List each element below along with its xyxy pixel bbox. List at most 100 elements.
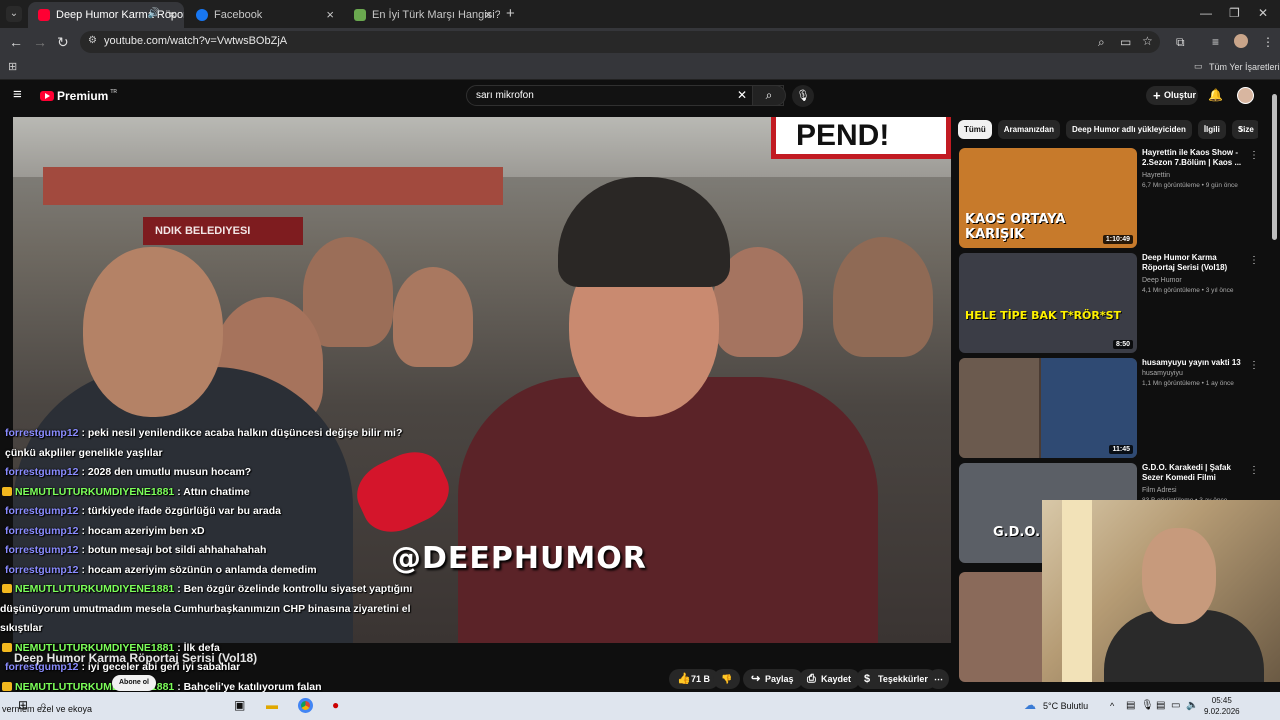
- reload-icon[interactable]: ↻: [57, 34, 69, 51]
- chat-message: forrestgump12 : botun mesajı bot sildi a…: [0, 541, 420, 561]
- restore-icon[interactable]: ❐: [1229, 6, 1240, 20]
- chip-from-uploader[interactable]: Deep Humor adlı yükleyiciden: [1066, 120, 1192, 139]
- weather-text[interactable]: 5°C Bulutlu: [1043, 701, 1088, 711]
- rec-thumbnail[interactable]: KAOS ORTAYA KARIŞIK 1:10:49: [959, 148, 1137, 248]
- speaker-icon[interactable]: 🔊: [148, 8, 160, 19]
- video-title: Deep Humor Karma Röportaj Serisi (Vol18): [14, 651, 258, 665]
- rec-title[interactable]: husamyuyu yayın vakti 13: [1142, 358, 1246, 368]
- close-window-icon[interactable]: ✕: [1258, 6, 1268, 20]
- tray-app-icon[interactable]: ▤: [1126, 700, 1135, 711]
- search-button[interactable]: ⌕: [752, 85, 786, 106]
- rec-menu-icon[interactable]: ⋮: [1249, 150, 1259, 161]
- more-dots-icon: ⋯: [934, 674, 943, 684]
- new-tab-icon[interactable]: +: [506, 5, 515, 22]
- rec-title[interactable]: Hayrettin ile Kaos Show - 2.Sezon 7.Bölü…: [1142, 148, 1246, 168]
- chip-from-search[interactable]: Aramanızdan: [997, 120, 1061, 139]
- chip-for-you[interactable]: Size: [1231, 120, 1258, 139]
- menu-kebab-icon[interactable]: ⋮: [1262, 35, 1274, 49]
- recommendation-item[interactable]: 11:45 husamyuyu yayın vakti 13 husamyuyi…: [959, 358, 1259, 458]
- thanks-button[interactable]: $ Teşekkürler: [856, 669, 937, 689]
- video-banner: PEND!: [771, 117, 951, 159]
- back-icon[interactable]: ←: [9, 34, 23, 50]
- create-button[interactable]: + Oluştur: [1146, 86, 1198, 105]
- rec-channel[interactable]: Deep Humor: [1142, 277, 1182, 284]
- bookmark-star-icon[interactable]: ☆: [1142, 34, 1153, 48]
- file-explorer-icon[interactable]: ▬: [266, 698, 278, 712]
- clock[interactable]: 05:45 9.02.2026: [1204, 695, 1240, 717]
- more-actions-button[interactable]: ⋯: [928, 669, 949, 689]
- chat-username: forrestgump12: [5, 544, 82, 556]
- clear-search-icon[interactable]: ✕: [737, 88, 747, 102]
- chat-message: forrestgump12 : hocam azeriyim ben xD: [0, 522, 420, 542]
- youtube-logo[interactable]: Premium TR: [40, 89, 117, 103]
- chat-username: NEMUTLUTURKUMDIYENE1881: [15, 583, 178, 595]
- task-view-icon[interactable]: ▣: [234, 698, 245, 712]
- thanks-label: Teşekkürler: [878, 674, 928, 684]
- microphone-tray-icon[interactable]: 🎙: [1141, 700, 1154, 711]
- recommendation-item[interactable]: HELE TİPE BAK T*RÖR*ST 8:50 Deep Humor K…: [959, 253, 1259, 353]
- tab-facebook[interactable]: Facebook ×: [186, 2, 342, 28]
- rec-thumbnail[interactable]: 11:45: [959, 358, 1137, 458]
- voice-search-button[interactable]: 🎙: [792, 85, 814, 107]
- clock-time: 05:45: [1211, 696, 1232, 705]
- scrollbar-thumb[interactable]: [1272, 94, 1277, 240]
- tab-title: Facebook: [214, 9, 263, 21]
- webcam-overlay: [1042, 500, 1280, 682]
- close-tab-icon[interactable]: ×: [326, 7, 334, 22]
- subscribe-button[interactable]: Abone ol: [112, 675, 156, 691]
- chat-text: : hocam azeriyim ben xD: [81, 524, 205, 537]
- zoom-icon[interactable]: ⌕: [1098, 35, 1105, 50]
- rec-menu-icon[interactable]: ⋮: [1249, 465, 1259, 476]
- save-button[interactable]: ⎙ Kaydet: [799, 669, 861, 689]
- dislike-button[interactable]: 👎: [713, 669, 741, 689]
- extensions-icon[interactable]: ⧉: [1176, 35, 1185, 50]
- rec-menu-icon[interactable]: ⋮: [1249, 360, 1259, 371]
- tab-turk-marsi[interactable]: En İyi Türk Marşı Hangisi? - Tie ×: [344, 2, 500, 28]
- tray-chevron-icon[interactable]: ^: [1110, 701, 1114, 711]
- apps-grid-icon[interactable]: ⊞: [8, 60, 17, 73]
- recommendation-item[interactable]: KAOS ORTAYA KARIŞIK 1:10:49 Hayrettin il…: [959, 148, 1259, 248]
- chip-related[interactable]: İlgili: [1197, 120, 1226, 139]
- tab-search-button[interactable]: ⌄: [6, 6, 22, 22]
- profile-avatar[interactable]: [1234, 34, 1248, 48]
- thumb-left-panel: [959, 358, 1039, 458]
- filter-chips: Tümü Aramanızdan Deep Humor adlı yükleyi…: [958, 120, 1258, 140]
- chip-all[interactable]: Tümü: [958, 120, 992, 139]
- rec-channel[interactable]: Film Adresi: [1142, 487, 1177, 494]
- account-avatar[interactable]: [1237, 87, 1254, 104]
- forward-icon[interactable]: →: [33, 34, 47, 50]
- youtube-header: ≡ Premium TR sarı mikrofon ✕ ⌕ 🎙 + Oluşt…: [0, 80, 1280, 112]
- youtube-play-icon: [40, 91, 54, 101]
- rec-title[interactable]: Deep Humor Karma Röportaj Serisi (Vol18): [1142, 253, 1246, 273]
- rec-channel[interactable]: Hayrettin: [1142, 172, 1170, 179]
- close-tab-icon[interactable]: ×: [484, 7, 492, 22]
- rec-channel[interactable]: husamyuyiyu: [1142, 370, 1183, 377]
- notifications-bell-icon[interactable]: 🔔: [1208, 88, 1223, 102]
- chevron-right-icon[interactable]: ›: [1239, 122, 1243, 136]
- chrome-icon[interactable]: [298, 698, 313, 713]
- close-tab-icon[interactable]: ×: [168, 7, 176, 22]
- all-bookmarks-link[interactable]: Tüm Yer İşaretleri: [1209, 62, 1280, 72]
- hamburger-menu-icon[interactable]: ≡: [13, 86, 22, 103]
- reading-list-icon[interactable]: ≡: [1212, 35, 1219, 49]
- cast-icon[interactable]: ▭: [1120, 35, 1131, 49]
- moderator-badge-icon: [2, 486, 12, 496]
- rec-thumbnail[interactable]: HELE TİPE BAK T*RÖR*ST 8:50: [959, 253, 1137, 353]
- like-button[interactable]: 👍 71 B: [669, 669, 720, 689]
- site-info-icon[interactable]: ⚙: [88, 35, 97, 46]
- app-icon[interactable]: ●: [332, 698, 339, 712]
- search-input[interactable]: sarı mikrofon ✕: [466, 85, 784, 106]
- taskbar-search-text[interactable]: vermem ezel ve ekoya: [2, 704, 92, 714]
- rec-menu-icon[interactable]: ⋮: [1249, 255, 1259, 266]
- background-person: [833, 237, 933, 357]
- share-button[interactable]: ↪ Paylaş: [743, 669, 803, 689]
- share-icon: ↪: [751, 673, 761, 685]
- volume-icon[interactable]: 🔈: [1186, 700, 1198, 711]
- address-bar[interactable]: ⚙ youtube.com/watch?v=VwtwsBObZjA ⌕ ▭ ☆: [80, 31, 1160, 53]
- network-icon[interactable]: ▭: [1171, 700, 1180, 711]
- tab-deep-humor[interactable]: Deep Humor Karma Röportaj 🔊 ×: [28, 2, 184, 28]
- tray-app-icon[interactable]: ▤: [1156, 700, 1165, 711]
- share-label: Paylaş: [765, 674, 794, 684]
- minimize-icon[interactable]: —: [1200, 6, 1212, 20]
- rec-title[interactable]: G.D.O. Karakedi | Şafak Sezer Komedi Fil…: [1142, 463, 1246, 483]
